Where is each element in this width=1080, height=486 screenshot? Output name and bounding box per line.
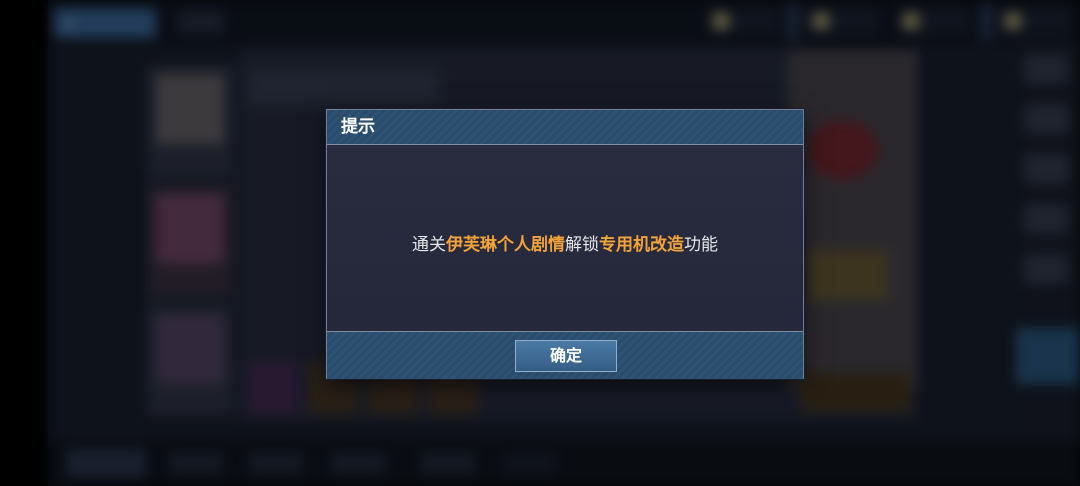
message-middle: 解锁 [565,235,599,255]
prompt-dialog: 提示 通关伊芙琳个人剧情解锁专用机改造功能 确定 [326,109,804,379]
message-highlight-feature: 专用机改造 [599,235,684,255]
message-prefix: 通关 [412,235,446,255]
dialog-message: 通关伊芙琳个人剧情解锁专用机改造功能 [327,233,803,257]
message-highlight-story: 伊芙琳个人剧情 [446,235,565,255]
dialog-title: 提示 [341,117,375,137]
message-suffix: 功能 [684,235,718,255]
dialog-header: 提示 [327,110,803,145]
confirm-button[interactable]: 确定 [515,340,617,372]
dialog-body: 通关伊芙琳个人剧情解锁专用机改造功能 [327,145,803,331]
dialog-footer: 确定 [327,331,803,379]
